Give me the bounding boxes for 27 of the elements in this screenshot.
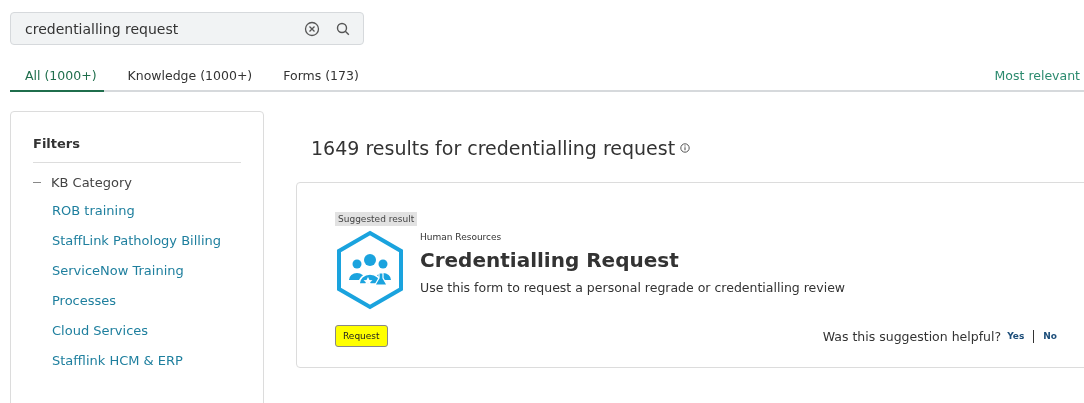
sort-dropdown[interactable]: Most relevant xyxy=(994,68,1084,90)
feedback-question: Was this suggestion helpful? xyxy=(822,328,1002,344)
people-hexagon-icon xyxy=(335,230,405,310)
filter-link[interactable]: StaffLink Pathology Billing xyxy=(52,232,241,250)
tab[interactable]: Forms (173) xyxy=(268,68,366,92)
request-button[interactable]: Request xyxy=(335,325,388,347)
info-icon[interactable] xyxy=(680,143,691,153)
clear-icon[interactable] xyxy=(304,21,320,37)
filter-group-label[interactable]: KB Category xyxy=(51,175,132,190)
result-title[interactable]: Credentialling Request xyxy=(420,248,846,272)
filter-link[interactable]: Cloud Services xyxy=(52,322,241,340)
tab[interactable]: Knowledge (1000+) xyxy=(112,68,260,92)
filter-link[interactable]: Processes xyxy=(52,292,241,310)
collapse-icon[interactable] xyxy=(33,181,41,184)
filters-title: Filters xyxy=(33,136,241,163)
search-field[interactable]: credentialling request xyxy=(10,12,364,45)
results-heading: 1649 results for credentialling request xyxy=(311,137,676,159)
filter-link[interactable]: ROB training xyxy=(52,202,241,220)
filter-link[interactable]: ServiceNow Training xyxy=(52,262,241,280)
tab[interactable]: All (1000+) xyxy=(10,68,104,92)
search-icon[interactable] xyxy=(335,21,351,37)
filter-link[interactable]: Stafflink HCM & ERP xyxy=(52,352,241,370)
suggested-badge: Suggested result xyxy=(335,212,418,226)
feedback-link[interactable]: Yes xyxy=(1007,331,1025,341)
feedback-link[interactable]: No xyxy=(1043,331,1057,341)
category-label: Human Resources xyxy=(420,232,503,242)
result-description: Use this form to request a personal regrade or credentialling review xyxy=(420,280,846,295)
